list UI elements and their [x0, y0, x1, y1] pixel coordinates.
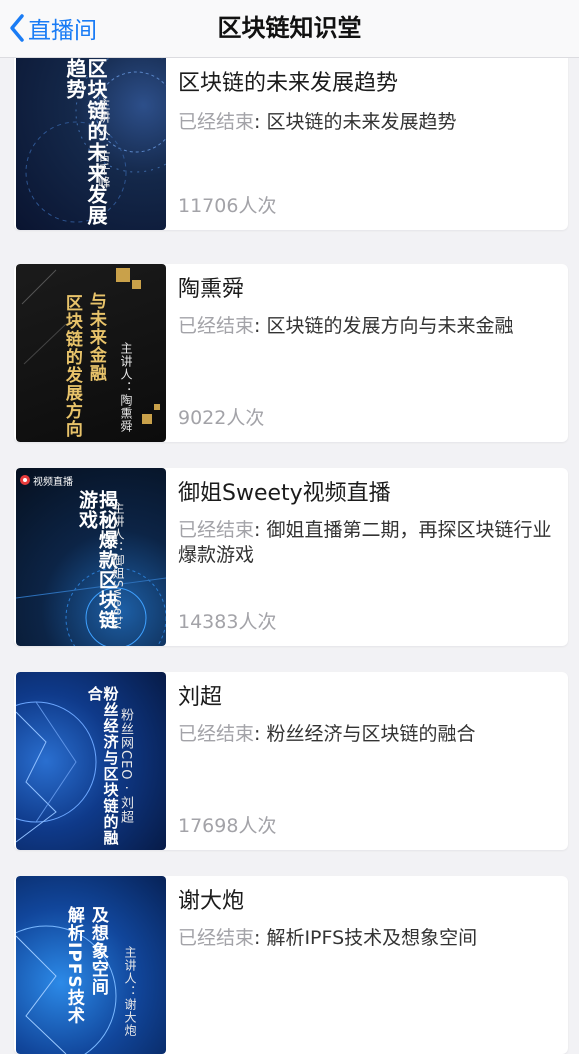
record-icon	[20, 475, 30, 485]
status-label: 已经结束	[178, 927, 255, 949]
item-description: 已经结束: 解析IPFS技术及想象空间	[178, 926, 556, 951]
item-title: 区块链的未来发展趋势	[178, 71, 399, 96]
status-label: 已经结束	[178, 519, 255, 541]
cover-image: 视频直播 揭秘爆款区块链游戏 主讲人：御姐Sweety	[16, 468, 166, 646]
status-label: 已经结束	[178, 315, 255, 337]
topic-text: : 区块链的未来发展趋势	[254, 111, 457, 133]
topic-text: : 区块链的发展方向与未来金融	[254, 315, 514, 337]
item-description: 已经结束: 粉丝经济与区块链的融合	[178, 722, 556, 747]
item-title: 御姐Sweety视频直播	[178, 481, 391, 506]
page-title: 区块链知识堂	[217, 14, 362, 42]
cover-speaker: 主讲人：古千峰	[97, 98, 111, 189]
cover-image: 区块链的未来发展趋势 主讲人：古千峰	[16, 52, 166, 230]
list-item[interactable]: 及想象空间 解析IPFS技术 主讲人：谢大炮 谢大炮 已经结束: 解析IPFS技…	[14, 876, 568, 1054]
item-title: 刘超	[178, 685, 223, 710]
list-item[interactable]: 粉丝经济与区块链的融合 粉丝网CEO · 刘超 刘超 已经结束: 粉丝经济与区块…	[14, 672, 568, 850]
list-item[interactable]: 与未来金融 区块链的发展方向 主讲人：陶熏舜 陶熏舜 已经结束: 区块链的发展方…	[14, 264, 568, 442]
item-description: 已经结束: 区块链的发展方向与未来金融	[178, 314, 556, 339]
cover-title: 粉丝经济与区块链的融合	[85, 686, 120, 846]
status-label: 已经结束	[178, 723, 255, 745]
list-item[interactable]: 视频直播 揭秘爆款区块链游戏 主讲人：御姐Sweety 御姐Sweety视频直播…	[14, 468, 568, 646]
cover-speaker: 粉丝网CEO · 刘超	[118, 708, 133, 824]
cover-image: 粉丝经济与区块链的融合 粉丝网CEO · 刘超	[16, 672, 166, 850]
cover-title-secondary: 区块链的发展方向	[61, 294, 82, 438]
badge-label: 视频直播	[33, 476, 73, 488]
item-description: 已经结束: 区块链的未来发展趋势	[178, 110, 556, 135]
cover-speaker: 主讲人：陶熏舜	[119, 342, 133, 433]
video-live-badge: 视频直播	[20, 472, 73, 488]
cover-image: 及想象空间 解析IPFS技术 主讲人：谢大炮	[16, 876, 166, 1054]
item-description: 已经结束: 御姐直播第二期，再探区块链行业爆款游戏	[178, 518, 556, 568]
view-count: 14383人次	[178, 611, 277, 633]
view-count: 17698人次	[178, 815, 277, 837]
cover-title: 及想象空间	[87, 906, 108, 996]
cover-title-secondary: 解析IPFS技术	[63, 906, 84, 1025]
status-label: 已经结束	[178, 111, 255, 133]
list-item[interactable]: 区块链的未来发展趋势 主讲人：古千峰 区块链的未来发展趋势 已经结束: 区块链的…	[14, 52, 568, 230]
item-title: 谢大炮	[178, 889, 245, 914]
view-count: 9022人次	[178, 407, 265, 429]
topic-text: : 粉丝经济与区块链的融合	[254, 723, 476, 745]
topic-text: : 解析IPFS技术及想象空间	[254, 927, 478, 949]
item-title: 陶熏舜	[178, 277, 245, 302]
cover-speaker: 主讲人：谢大炮	[123, 946, 137, 1037]
cover-speaker: 主讲人：御姐Sweety	[111, 502, 125, 631]
navigation-bar: 直播间 区块链知识堂	[0, 0, 579, 58]
view-count: 11706人次	[178, 195, 277, 217]
cover-image: 与未来金融 区块链的发展方向 主讲人：陶熏舜	[16, 264, 166, 442]
cover-title: 与未来金融	[85, 292, 106, 382]
